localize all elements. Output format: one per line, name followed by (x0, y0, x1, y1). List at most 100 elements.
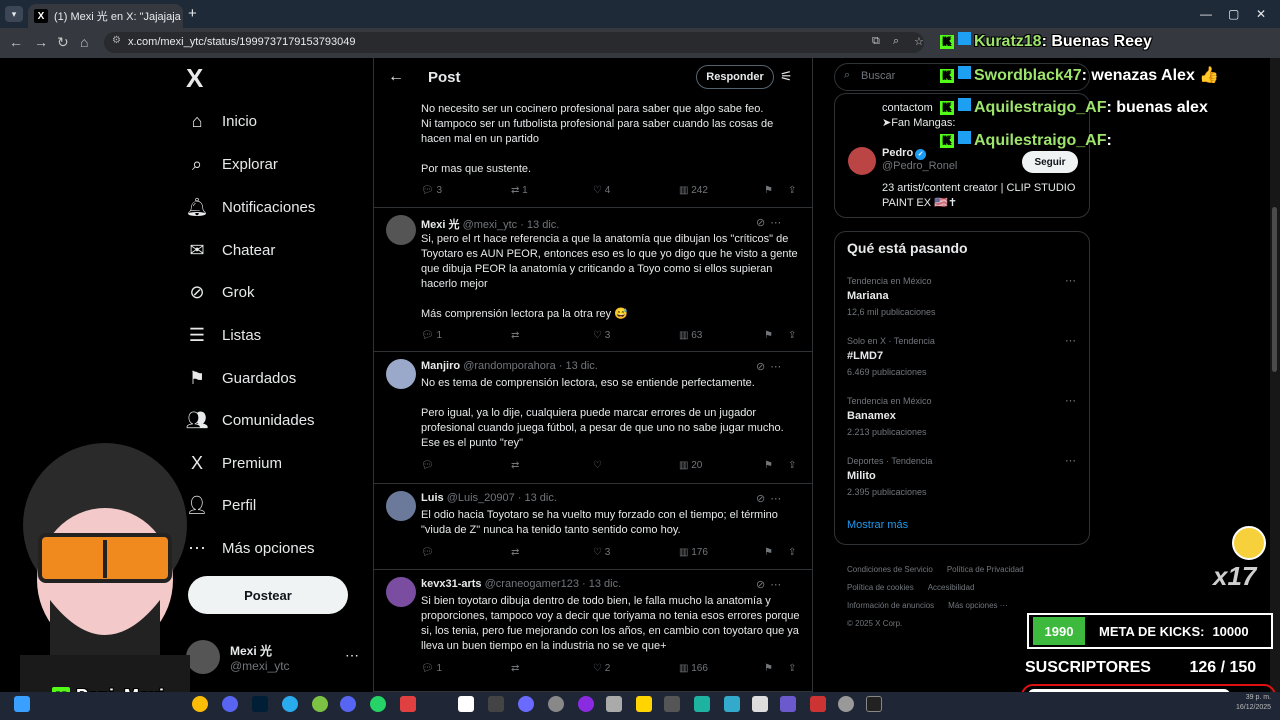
account-switcher[interactable]: Mexi 光 @mexi_ytc (186, 640, 290, 674)
sidebar-item-guardados[interactable]: ⚑ Guardados (186, 367, 296, 389)
follow-button[interactable]: Seguir (1022, 151, 1078, 173)
footer-link[interactable]: Condiciones de Servicio (847, 565, 933, 574)
trend-item[interactable]: Tendencia en México Mariana 12,6 mil publi… (847, 275, 1077, 317)
footer-link[interactable]: Accesibilidad (928, 583, 975, 592)
bookmark-button[interactable]: ⚑ (764, 330, 773, 341)
tweet[interactable]: Mexi 光 @mexi_ytc · 13 dic. ⊘ ⋯ Si, pero el… (374, 208, 812, 352)
reply-button[interactable]: 💬︎ 1 (421, 330, 442, 341)
discord-taskbar-icon[interactable] (340, 696, 356, 712)
app4-taskbar-icon[interactable] (518, 696, 534, 712)
reply-button[interactable]: Responder (696, 65, 774, 89)
repost-button[interactable]: ⇄ (511, 330, 519, 341)
like-button[interactable]: ♡ 3 (593, 330, 610, 341)
avatar[interactable] (386, 491, 416, 521)
sidebar-item-comunidades[interactable]: 👥︎ Comunidades (186, 409, 315, 431)
avatar[interactable] (386, 359, 416, 389)
app10-taskbar-icon[interactable] (694, 696, 710, 712)
tweet-more-icon[interactable]: ⊘ ⋯ (756, 578, 782, 591)
footer-link[interactable]: Política de Privacidad (947, 565, 1024, 574)
trend-more-icon[interactable]: ⋯ (1065, 334, 1076, 347)
like-button[interactable]: ♡ (593, 460, 602, 471)
tweet[interactable]: Manjiro @randomporahora · 13 dic. ⊘ ⋯ No e… (374, 352, 812, 484)
app12-taskbar-icon[interactable] (752, 696, 768, 712)
app14-taskbar-icon[interactable] (810, 696, 826, 712)
views-button[interactable]: ▥ 166 (679, 663, 708, 674)
footer-link[interactable]: Más opciones ··· (948, 601, 1008, 610)
bookmark-button[interactable]: ⚑ (764, 547, 773, 558)
back-icon[interactable]: ← (9, 34, 23, 50)
footer-link[interactable]: Política de cookies (847, 583, 914, 592)
back-arrow-icon[interactable]: ← (388, 68, 404, 86)
page-scrollbar[interactable] (1270, 58, 1280, 692)
app3-taskbar-icon[interactable] (488, 696, 504, 712)
share-button[interactable]: ⇪ (788, 547, 796, 558)
repost-button[interactable]: ⇄ 1 (511, 185, 528, 196)
repost-button[interactable]: ⇄ (511, 460, 519, 471)
telegram-taskbar-icon[interactable] (282, 696, 298, 712)
chrome-taskbar-icon[interactable] (192, 696, 208, 712)
bookmark-star-icon[interactable]: ☆ (914, 35, 924, 48)
reply-button[interactable]: 💬︎ (421, 460, 434, 471)
tweet[interactable]: Luis @Luis_20907 · 13 dic. ⊘ ⋯ El odio hac… (374, 484, 812, 570)
sidebar-item-grok[interactable]: ⊘ Grok (186, 281, 254, 303)
sidebar-item-notificaciones[interactable]: 🔔︎ Notificaciones (186, 196, 316, 218)
share-button[interactable]: ⇪ (788, 330, 796, 341)
tweet-handle[interactable]: @craneogamer123 · 13 dic. (485, 578, 622, 590)
tweet-handle[interactable]: @Luis_20907 · 13 dic. (447, 492, 557, 504)
avatar[interactable] (386, 215, 416, 245)
app8-taskbar-icon[interactable] (636, 696, 652, 712)
whatsapp-taskbar-icon[interactable] (370, 696, 386, 712)
tweet-author[interactable]: Mexi 光 (421, 219, 460, 231)
close-window-icon[interactable]: ✕ (1256, 7, 1266, 21)
app11-taskbar-icon[interactable] (724, 696, 740, 712)
share-button[interactable]: ⇪ (788, 460, 796, 471)
avatar[interactable] (386, 577, 416, 607)
sidebar-item-más-opciones[interactable]: ⋯ Más opciones (186, 537, 315, 559)
zoom-icon[interactable]: ⌕ (893, 35, 899, 48)
tweet-author[interactable]: Luis (421, 492, 444, 504)
trend-item[interactable]: Tendencia en México Banamex 2.213 publicac… (847, 395, 1077, 437)
trend-item[interactable]: Solo en X · Tendencia #LMD7 6.469 publicac… (847, 334, 1077, 377)
post-button[interactable]: Postear (188, 576, 348, 614)
windows-start-icon[interactable] (14, 696, 30, 712)
show-more-link[interactable]: Mostrar más (847, 519, 908, 531)
reply-button[interactable]: 💬︎ (421, 547, 434, 558)
suggested-account[interactable]: Pedro ✓ @Pedro_Ronel (848, 147, 957, 175)
bookmark-button[interactable]: ⚑ (764, 185, 773, 196)
browser-tab-active[interactable]: X (1) Mexi 光 en X: "Jajajaja yo so ✕ (28, 4, 183, 28)
system-clock[interactable]: 39 p. m. 16/12/2025 (1236, 693, 1271, 713)
bookmark-button[interactable]: ⚑ (764, 460, 773, 471)
maximize-icon[interactable]: ▢ (1228, 7, 1239, 21)
app9-taskbar-icon[interactable] (664, 696, 680, 712)
repost-button[interactable]: ⇄ (511, 547, 519, 558)
x-logo-icon[interactable]: X (186, 63, 203, 94)
tweet-handle[interactable]: @mexi_ytc · 13 dic. (463, 219, 560, 231)
account-more-icon[interactable]: ⋯ (345, 647, 359, 664)
repost-button[interactable]: ⇄ (511, 663, 519, 674)
reply-button[interactable]: 💬︎ 3 (421, 185, 442, 196)
sidebar-item-listas[interactable]: ☰ Listas (186, 324, 261, 346)
share-button[interactable]: ⇪ (788, 663, 796, 674)
tweet-more-icon[interactable]: ⊘ ⋯ (756, 492, 782, 505)
tweet-author[interactable]: Manjiro (421, 360, 460, 372)
reload-icon[interactable]: ↻ (57, 34, 69, 51)
tweet-handle[interactable]: @randomporahora · 13 dic. (463, 360, 598, 372)
app6-taskbar-icon[interactable] (578, 696, 594, 712)
new-tab-button[interactable]: + (188, 5, 197, 22)
share-button[interactable]: ⇪ (788, 185, 796, 196)
like-button[interactable]: ♡ 2 (593, 663, 610, 674)
scrollbar-thumb[interactable] (1272, 207, 1277, 372)
settings-taskbar-icon[interactable] (838, 696, 854, 712)
footer-link[interactable]: Información de anuncios (847, 601, 934, 610)
cast-icon[interactable]: ⧉ (872, 35, 880, 48)
home-browser-icon[interactable]: ⌂ (80, 34, 88, 50)
tab-search-button[interactable]: ▾ (5, 6, 23, 22)
views-button[interactable]: ▥ 242 (679, 185, 708, 196)
sidebar-item-explorar[interactable]: ⌕ Explorar (186, 153, 278, 175)
sidebar-item-inicio[interactable]: ⌂ Inicio (186, 110, 257, 132)
trend-more-icon[interactable]: ⋯ (1065, 454, 1076, 467)
reply-button[interactable]: 💬︎ 1 (421, 663, 442, 674)
like-button[interactable]: ♡ 3 (593, 547, 610, 558)
sliders-icon[interactable]: ⚟ (780, 68, 793, 85)
views-button[interactable]: ▥ 63 (679, 330, 702, 341)
